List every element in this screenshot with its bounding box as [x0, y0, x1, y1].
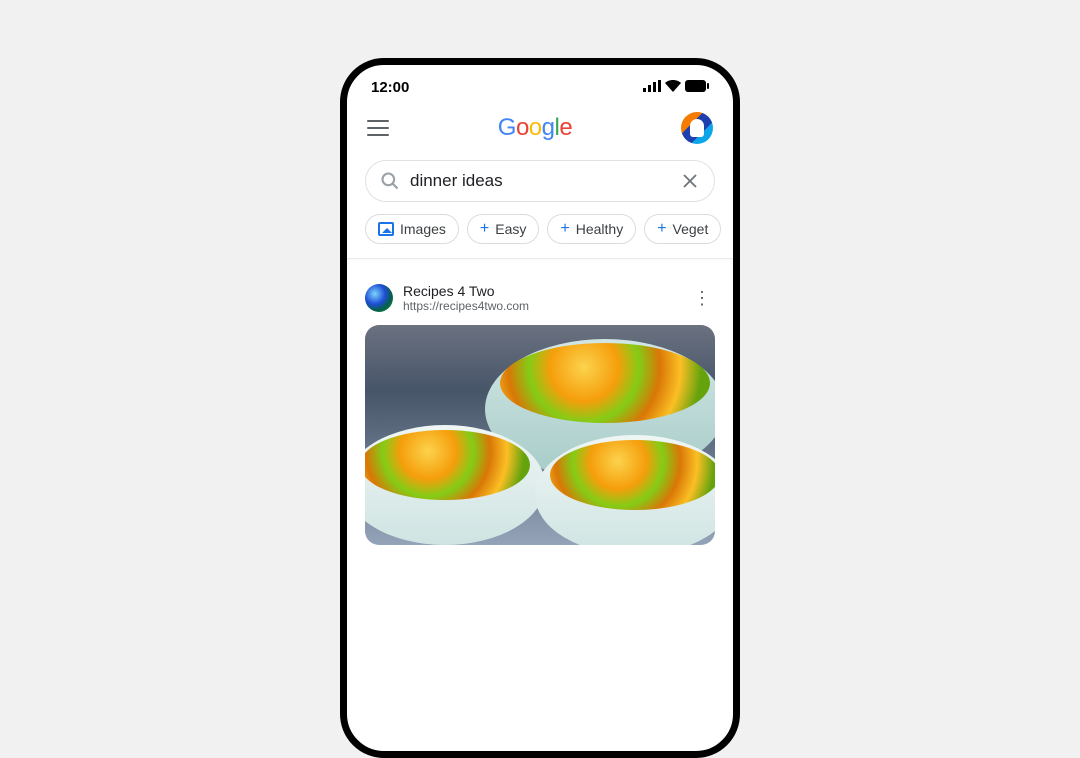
status-icons	[643, 79, 709, 96]
chip-label: Veget	[673, 221, 709, 237]
search-icon	[380, 171, 400, 191]
image-icon	[378, 222, 394, 236]
phone-frame: 12:00 Google	[340, 58, 740, 758]
chip-images[interactable]: Images	[365, 214, 459, 244]
plus-icon: +	[480, 221, 489, 237]
search-input[interactable]	[410, 171, 670, 191]
result-image[interactable]	[365, 325, 715, 545]
avatar[interactable]	[681, 112, 713, 144]
chip-easy[interactable]: + Easy	[467, 214, 539, 244]
site-info: Recipes 4 Two https://recipes4two.com	[403, 283, 679, 313]
google-logo[interactable]: Google	[498, 114, 572, 142]
menu-icon[interactable]	[367, 120, 389, 136]
wifi-icon	[665, 79, 681, 96]
site-name: Recipes 4 Two	[403, 283, 679, 299]
app-header: Google	[347, 104, 733, 152]
filter-chips: Images + Easy + Healthy + Veget	[347, 210, 733, 259]
status-time: 12:00	[371, 79, 409, 96]
plus-icon: +	[560, 221, 569, 237]
chip-label: Easy	[495, 221, 526, 237]
plus-icon: +	[657, 221, 666, 237]
result-header: Recipes 4 Two https://recipes4two.com ⋮	[365, 283, 715, 313]
result-card[interactable]: Recipes 4 Two https://recipes4two.com ⋮	[347, 273, 733, 545]
chip-label: Images	[400, 221, 446, 237]
chip-healthy[interactable]: + Healthy	[547, 214, 636, 244]
clear-icon[interactable]	[680, 171, 700, 191]
status-bar: 12:00	[347, 65, 733, 104]
more-options-icon[interactable]: ⋮	[689, 289, 715, 308]
signal-icon	[643, 79, 661, 96]
battery-icon	[685, 79, 709, 96]
site-favicon	[365, 284, 393, 312]
chip-vegetarian[interactable]: + Veget	[644, 214, 721, 244]
chip-label: Healthy	[576, 221, 623, 237]
site-url: https://recipes4two.com	[403, 299, 679, 313]
search-box[interactable]	[365, 160, 715, 202]
